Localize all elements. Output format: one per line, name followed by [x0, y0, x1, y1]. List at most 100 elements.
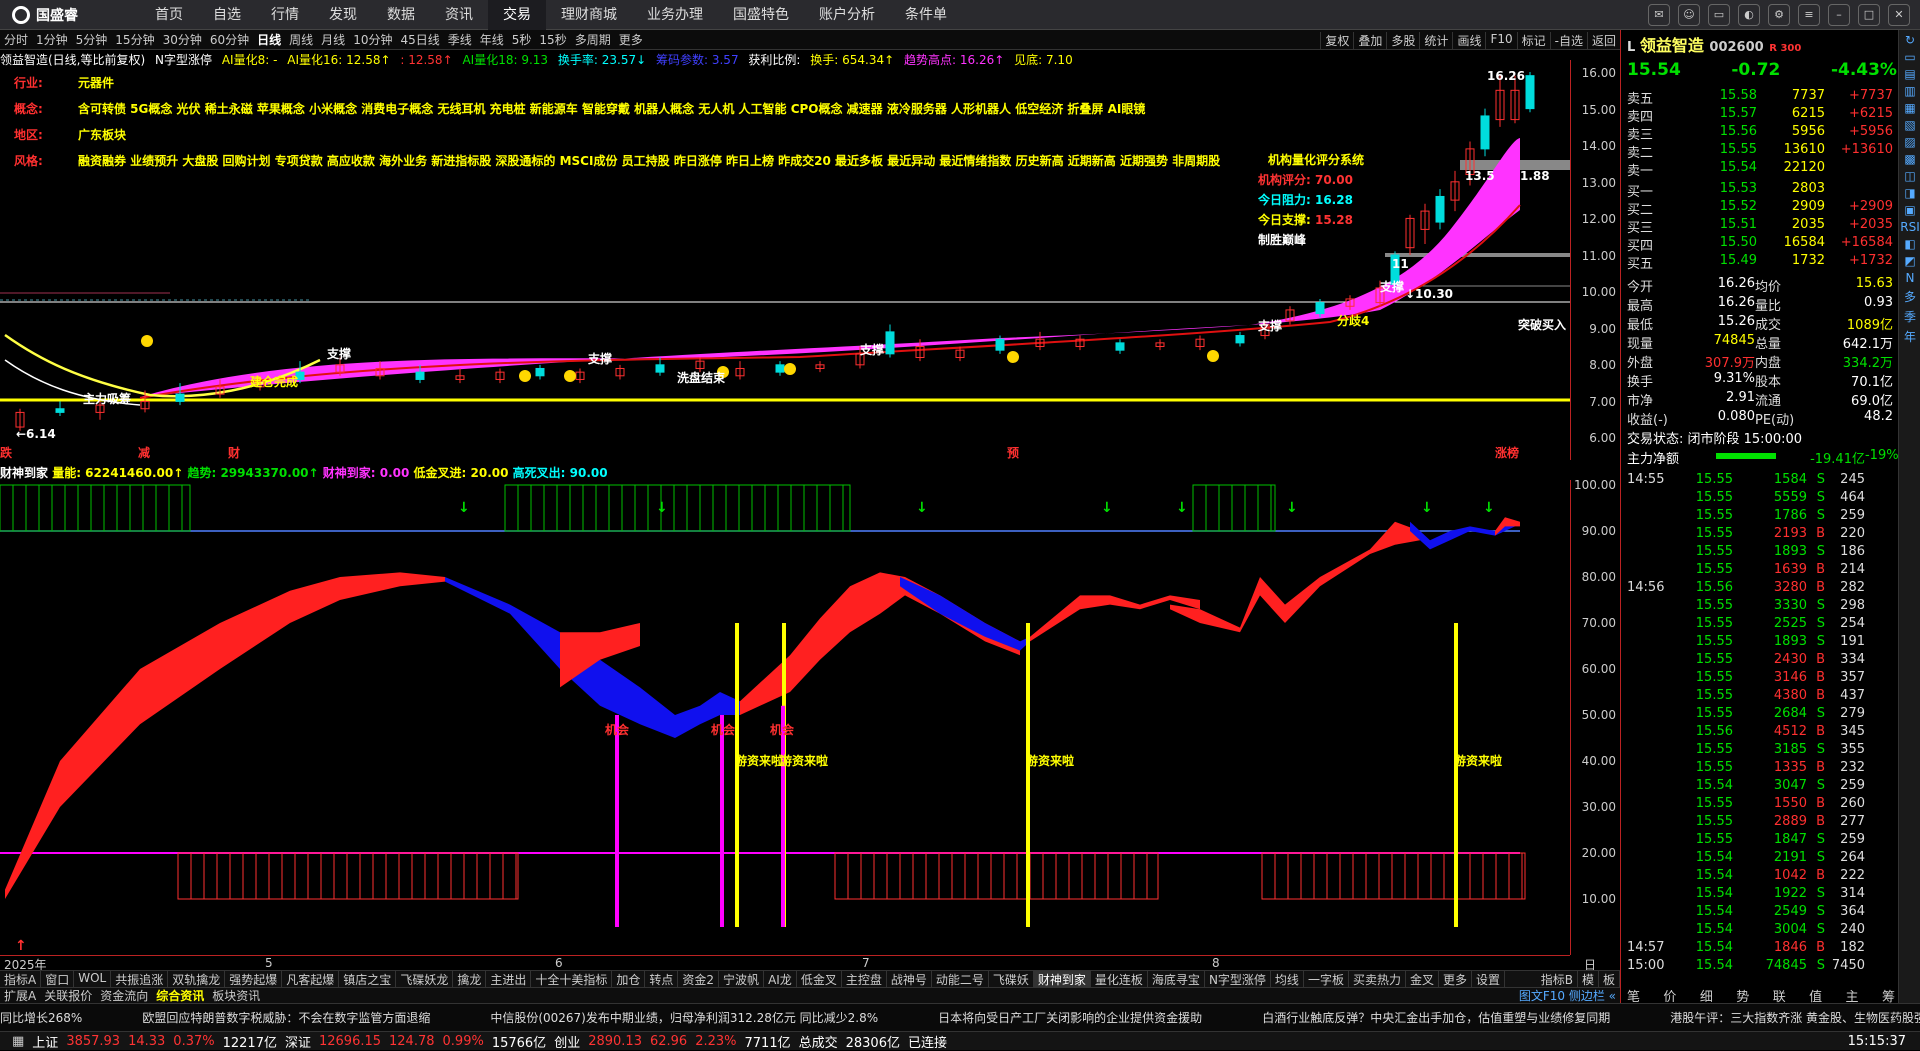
- info-tab-0[interactable]: 扩展A: [0, 987, 40, 1004]
- tool-6[interactable]: 标记: [1516, 32, 1550, 49]
- sidebar-tool-10[interactable]: ▣: [1899, 203, 1920, 217]
- sidebar-tool-2[interactable]: ▤: [1899, 67, 1920, 81]
- menu-item-7[interactable]: 理财商城: [546, 0, 632, 30]
- indicator-tab-right-0[interactable]: 指标B: [1537, 971, 1578, 987]
- menu-item-2[interactable]: 行情: [256, 0, 314, 30]
- news-ticker[interactable]: 同比增长268% 欧盟回应特朗普数字税威胁：不会在数字监管方面退缩 中信股份(002…: [0, 1003, 1920, 1031]
- minimize-icon[interactable]: –: [1828, 4, 1850, 26]
- close-icon[interactable]: ✕: [1888, 4, 1910, 26]
- tool-3[interactable]: 统计: [1419, 32, 1452, 49]
- info-tab-4[interactable]: 板块资讯: [208, 987, 264, 1004]
- period-10[interactable]: 45日线: [396, 31, 443, 48]
- indicator-tab-30[interactable]: 更多: [1439, 971, 1472, 987]
- indicator-tab-17[interactable]: 低金叉: [797, 971, 842, 987]
- indicator-tab-31[interactable]: 设置: [1472, 971, 1506, 987]
- period-1[interactable]: 1分钟: [32, 31, 72, 48]
- period-13[interactable]: 5秒: [508, 31, 536, 48]
- indicator-tab-right-1[interactable]: 模: [1578, 971, 1599, 987]
- sidebar-tool-11[interactable]: RSI: [1899, 220, 1920, 234]
- info-tab-3[interactable]: 综合资讯: [152, 987, 208, 1004]
- sidebar-tool-5[interactable]: ▧: [1899, 118, 1920, 132]
- indicator-tab-0[interactable]: 指标A: [0, 971, 42, 987]
- sidebar-tool-3[interactable]: ▥: [1899, 84, 1920, 98]
- menu-item-3[interactable]: 发现: [314, 0, 372, 30]
- indicator-tab-15[interactable]: 宁波帆: [719, 971, 765, 987]
- period-9[interactable]: 10分钟: [349, 31, 396, 48]
- tool-0[interactable]: 复权: [1320, 32, 1353, 49]
- indicator-tab-18[interactable]: 主控盘: [842, 971, 887, 987]
- period-15[interactable]: 多周期: [571, 31, 615, 48]
- menu-item-6[interactable]: 交易: [488, 0, 546, 30]
- sidebar-tool-16[interactable]: 季: [1899, 308, 1920, 325]
- menu-item-8[interactable]: 业务办理: [632, 0, 718, 30]
- quote-tab-5[interactable]: 值: [1809, 986, 1822, 1005]
- indicator-tab-8[interactable]: 飞碟妖龙: [396, 971, 454, 987]
- info-tab-1[interactable]: 关联报价: [40, 987, 96, 1004]
- sidebar-tool-14[interactable]: N: [1899, 271, 1920, 285]
- tool-5[interactable]: F10: [1485, 32, 1516, 49]
- user-icon[interactable]: ☺: [1678, 4, 1700, 26]
- quote-tab-0[interactable]: 笔: [1627, 986, 1640, 1005]
- indicator-tab-24[interactable]: 海底寻宝: [1148, 971, 1205, 987]
- sidebar-tool-15[interactable]: 多: [1899, 288, 1920, 305]
- indicator-tab-16[interactable]: AI龙: [764, 971, 797, 987]
- cy-label[interactable]: 创业: [554, 1032, 580, 1051]
- period-6[interactable]: 日线: [253, 31, 285, 48]
- indicator-tab-12[interactable]: 加仓: [612, 971, 646, 987]
- indicator-tab-4[interactable]: 双轨擒龙: [168, 971, 226, 987]
- period-14[interactable]: 15秒: [535, 31, 570, 48]
- menu-item-1[interactable]: 自选: [198, 0, 256, 30]
- indicator-tab-5[interactable]: 强势起爆: [225, 971, 283, 987]
- mail-icon[interactable]: ▭: [1708, 4, 1730, 26]
- indicator-tab-9[interactable]: 擒龙: [453, 971, 487, 987]
- indicator-tab-20[interactable]: 动能二号: [932, 971, 989, 987]
- sidebar-tool-8[interactable]: ◫: [1899, 169, 1920, 183]
- period-7[interactable]: 周线: [285, 31, 317, 48]
- sidebar-tool-9[interactable]: ◨: [1899, 186, 1920, 200]
- news-item[interactable]: 日本将向受日产工厂关闭影响的企业提供资金援助: [938, 1009, 1202, 1026]
- period-2[interactable]: 5分钟: [72, 31, 112, 48]
- tool-8[interactable]: 返回: [1586, 32, 1620, 49]
- sh-label[interactable]: 上证: [32, 1032, 58, 1051]
- indicator-tab-13[interactable]: 转点: [645, 971, 679, 987]
- period-5[interactable]: 60分钟: [206, 31, 253, 48]
- indicator-tab-11[interactable]: 十全十美指标: [531, 971, 613, 987]
- quote-tab-4[interactable]: 联: [1773, 986, 1786, 1005]
- sidebar-tool-12[interactable]: ◧: [1899, 237, 1920, 251]
- indicator-tab-10[interactable]: 主进出: [486, 971, 532, 987]
- quote-tab-7[interactable]: 筹: [1882, 986, 1895, 1005]
- sidebar-toggle[interactable]: 图文F10 侧边栏 «: [1515, 987, 1620, 1004]
- news-item[interactable]: 港股午评：三大指数齐涨 黄金股、生物医药股强势 丰导体股集: [1670, 1009, 1920, 1026]
- period-11[interactable]: 季线: [444, 31, 476, 48]
- sidebar-tool-1[interactable]: ▭: [1899, 50, 1920, 64]
- news-item[interactable]: 白酒行业触底反弹？中央汇金出手加仓，估值重塑与业绩修复同期: [1262, 1009, 1610, 1026]
- indicator-tab-25[interactable]: N字型涨停: [1205, 971, 1271, 987]
- sidebar-tool-7[interactable]: ▩: [1899, 152, 1920, 166]
- menu-item-5[interactable]: 资讯: [430, 0, 488, 30]
- period-4[interactable]: 30分钟: [159, 31, 206, 48]
- period-8[interactable]: 月线: [317, 31, 349, 48]
- menu-item-0[interactable]: 首页: [140, 0, 198, 30]
- sidebar-tool-0[interactable]: ↻: [1899, 33, 1920, 47]
- indicator-tab-2[interactable]: WOL: [74, 971, 112, 987]
- sidebar-tool-6[interactable]: ▨: [1899, 135, 1920, 149]
- quote-tab-3[interactable]: 势: [1736, 986, 1749, 1005]
- skin-icon[interactable]: ◐: [1738, 4, 1760, 26]
- menu-item-10[interactable]: 账户分析: [804, 0, 890, 30]
- period-12[interactable]: 年线: [476, 31, 508, 48]
- quote-tab-6[interactable]: 主: [1846, 986, 1859, 1005]
- indicator-tab-19[interactable]: 战神号: [887, 971, 932, 987]
- kline-chart[interactable]: 16.2613.5 1.8811←6.14支撑 支撑支撑支撑支撑主力吸筹建仓完成 洗盘…: [0, 60, 1570, 460]
- sub-title[interactable]: 财神到家: [0, 466, 48, 480]
- menu-item-11[interactable]: 条件单: [890, 0, 962, 30]
- indicator-tab-26[interactable]: 均线: [1271, 971, 1304, 987]
- period-3[interactable]: 15分钟: [111, 31, 158, 48]
- tool-7[interactable]: -自选: [1549, 32, 1587, 49]
- indicator-tab-7[interactable]: 镇店之宝: [339, 971, 397, 987]
- menu-item-9[interactable]: 国盛特色: [718, 0, 804, 30]
- period-16[interactable]: 更多: [615, 31, 647, 48]
- menu-icon[interactable]: ≡: [1798, 4, 1820, 26]
- indicator-tab-29[interactable]: 金叉: [1406, 971, 1439, 987]
- news-item[interactable]: 同比增长268%: [0, 1009, 82, 1026]
- period-0[interactable]: 分时: [0, 31, 32, 48]
